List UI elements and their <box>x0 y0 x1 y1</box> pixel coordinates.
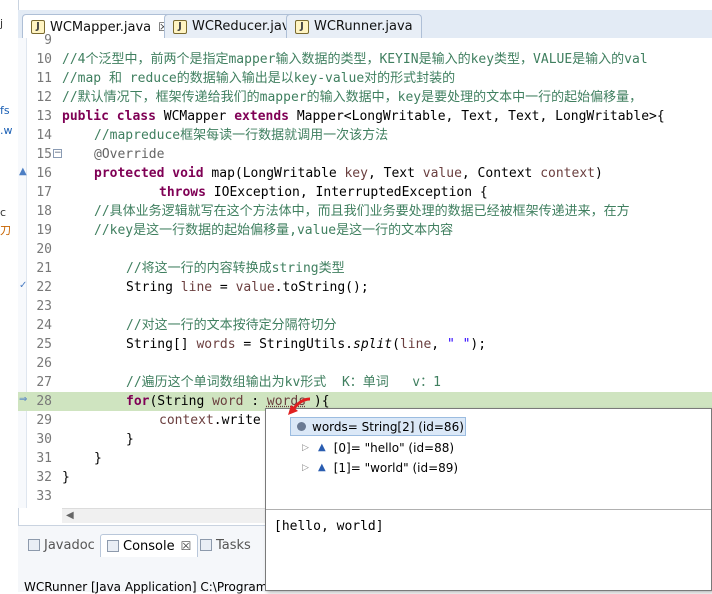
left-fragment: j <box>0 17 4 30</box>
line-number: 33 <box>36 489 52 504</box>
tab-label: Console <box>123 538 175 554</box>
tab-javadoc[interactable]: Javadoc <box>22 534 101 556</box>
tab-label: Tasks <box>216 537 251 553</box>
left-fragment: fs <box>0 104 10 117</box>
expand-icon[interactable]: ▷ <box>302 463 312 473</box>
line-number: 24 <box>36 318 52 333</box>
line-number: 22 <box>36 280 52 295</box>
method-signature: protected void map(LongWritable key, Tex… <box>94 166 603 181</box>
string-value-icon: ▲ <box>318 442 326 453</box>
override-marker-icon: ▲ <box>19 166 27 177</box>
tree-row-element[interactable]: ▷ ▲ [0]= "hello" (id=88) <box>266 438 706 457</box>
line-number: 30 <box>36 432 52 447</box>
line-number: 10 <box>36 52 52 67</box>
variable-inspect-popup[interactable]: words= String[2] (id=86) ▷ ▲ [0]= "hello… <box>265 408 712 591</box>
line-number: 25 <box>36 337 52 352</box>
line-number: 20 <box>36 242 52 257</box>
line-number: 18 <box>36 204 52 219</box>
line-number: 12 <box>36 90 52 105</box>
left-fragment: c <box>0 206 7 219</box>
left-fragment: .w <box>0 124 13 137</box>
line-number: 11 <box>36 71 52 86</box>
tree-row-label: [1]= "world" (id=89) <box>333 460 459 475</box>
tree-row-words[interactable]: words= String[2] (id=86) <box>290 417 466 436</box>
code-comment: //遍历这个单词数组输出为kv形式 K：单词 v：1 <box>126 375 441 390</box>
line-number: 29 <box>36 413 52 428</box>
close-tab-icon[interactable]: ☒ <box>181 539 192 553</box>
code-comment: //key是这一行数据的起始偏移量,value是这一行的文本内容 <box>94 223 454 238</box>
line-number: 23 <box>36 299 52 314</box>
code-comment: //具体业务逻辑就写在这个方法体中，而且我们业务要处理的数据已经被框架传递进来，… <box>94 204 630 219</box>
fold-toggle-icon[interactable]: − <box>53 149 62 158</box>
code-comment: //mapreduce框架每读一行数据就调用一次该方法 <box>94 128 389 143</box>
local-variable-icon <box>297 422 306 431</box>
annotation-arrow-icon <box>288 397 311 415</box>
tab-tasks[interactable]: Tasks <box>194 534 257 556</box>
line-number: 9 <box>44 33 52 48</box>
breakpoint-marker-icon[interactable]: ✓ <box>19 280 27 291</box>
code-comment: //map 和 reduce的数据输入输出是以key-value对的形式封装的 <box>62 71 456 86</box>
package-explorer-pane: j fs .w c 刀 <box>0 0 19 591</box>
code-comment: //4个泛型中，前两个是指定mapper输入数据的类型，KEYIN是输入的key… <box>62 52 648 67</box>
left-fragment: 刀 <box>0 224 11 237</box>
line-number: 14 <box>36 128 52 143</box>
line-number: 13 <box>36 109 52 124</box>
tree-row-element[interactable]: ▷ ▲ [1]= "world" (id=89) <box>266 458 706 477</box>
line-number: 19 <box>36 223 52 238</box>
console-process-label: WCRunner [Java Application] C:\Program <box>24 580 268 594</box>
popup-divider <box>266 509 711 510</box>
tree-row-label: words= String[2] (id=86) <box>312 419 464 434</box>
line-number: 21 <box>36 261 52 276</box>
class-declaration: public class WCMapper extends Mapper<Lon… <box>62 109 665 124</box>
line-number: 32 <box>36 470 52 485</box>
override-annotation: @Override <box>94 147 165 162</box>
line-number: 26 <box>36 356 52 371</box>
tab-label: Javadoc <box>44 537 95 553</box>
line-number: 28 <box>36 394 52 409</box>
code-comment: //对这一行的文本按待定分隔符切分 <box>126 318 337 333</box>
variable-detail-text: [hello, world] <box>274 519 384 534</box>
tasks-icon <box>200 539 212 551</box>
javadoc-icon <box>28 539 40 551</box>
line-number: 31 <box>36 451 52 466</box>
tree-row-label: [0]= "hello" (id=88) <box>333 440 455 455</box>
line-number: 16 <box>36 166 52 181</box>
console-icon <box>107 540 119 552</box>
code-comment: //默认情况下，框架传递给我们的mapper的输入数据中，key是要处理的文本中… <box>62 90 643 105</box>
code-comment: //将这一行的内容转换成string类型 <box>126 261 345 276</box>
line-number: 27 <box>36 375 52 390</box>
line-number: 15 <box>36 147 52 162</box>
string-value-icon: ▲ <box>318 462 326 473</box>
scroll-left-icon[interactable]: ◀ <box>66 510 74 521</box>
tab-console[interactable]: Console ☒ <box>100 534 199 557</box>
instruction-pointer-icon: ⇒ <box>19 394 28 405</box>
line-number: 17 <box>36 185 52 200</box>
expand-icon[interactable]: ▷ <box>302 443 312 453</box>
